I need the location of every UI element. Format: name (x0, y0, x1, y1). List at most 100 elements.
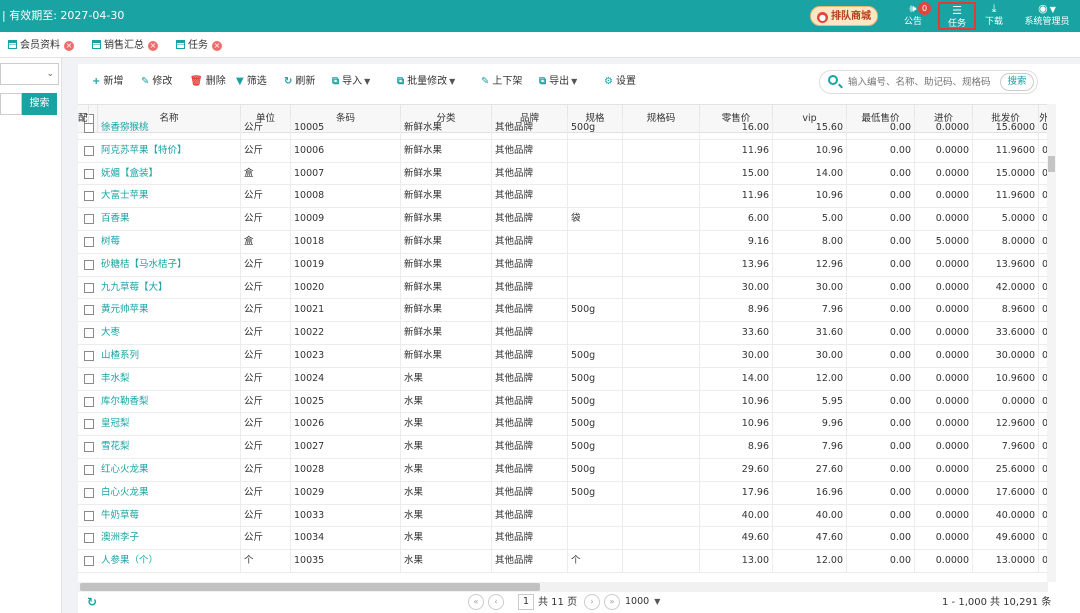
cell-name[interactable]: 徐香猕猴桃 (98, 117, 241, 139)
checkbox[interactable] (84, 123, 94, 133)
table-row[interactable]: 山楂系列 公斤 10023 新鲜水果 其他品牌 500g 30.00 30.00 0.00 0.0… (78, 345, 1048, 368)
cell-name[interactable]: 澳洲李子 (98, 527, 241, 550)
page-input[interactable]: 1 (518, 594, 534, 610)
table-row[interactable]: 人参果（个）个 10035 水果 其他品牌个 13.00 12.00 0.00 0.0000 1… (78, 550, 1048, 573)
cell-name[interactable]: 树莓 (98, 231, 241, 253)
checkbox[interactable] (84, 145, 94, 156)
cell-name[interactable]: 人参果（个） (98, 550, 241, 573)
cell-name[interactable]: 牛奶草莓 (98, 504, 241, 527)
cell-name[interactable]: 丰水梨 (98, 367, 241, 390)
first-page-button[interactable]: « (468, 594, 484, 610)
settings-button[interactable]: ⚙ 设置 (604, 74, 636, 90)
download-button[interactable]: ⤓ 下载 (980, 2, 1008, 30)
table-row[interactable]: 阿克苏苹果【特价】 公斤 10006 新鲜水果 其他品牌 11.96 10.96 0.00 0.… (78, 139, 1048, 163)
tab-task[interactable]: 任务 × (176, 38, 222, 54)
cell-name[interactable]: 山楂系列 (98, 345, 241, 367)
tab-member[interactable]: 会员资料 × (8, 38, 74, 54)
cell-name[interactable]: 雪花梨 (98, 436, 241, 459)
checkbox[interactable] (84, 510, 94, 521)
table-row[interactable]: 大枣 公斤 10022 新鲜水果 其他品牌 33.60 31.60 0.00 0.0000 33.… (78, 322, 1048, 345)
close-icon[interactable]: × (148, 41, 158, 51)
table-row[interactable]: 库尔勒香梨 公斤 10025 水果 其他品牌 500g 10.96 5.95 0.00 0.000… (78, 390, 1048, 414)
scroll-thumb[interactable] (1048, 156, 1055, 172)
table-row[interactable]: 牛奶草莓 公斤 10033 水果 其他品牌 40.00 40.00 0.00 0.0000 40.… (78, 504, 1048, 528)
table-row[interactable]: 树莓盒 10018 新鲜水果 其他品牌 9.16 8.00 0.00 5.0000 8.0000… (78, 231, 1048, 254)
checkbox[interactable] (84, 191, 94, 202)
table-row[interactable]: 黄元帅苹果 公斤 10021 新鲜水果 其他品牌 500g 8.96 7.96 0.00 0.00… (78, 299, 1048, 323)
cell-cost-price: 0.0000 (915, 367, 973, 390)
checkbox[interactable] (84, 419, 94, 430)
table-row[interactable]: 红心火龙果 公斤 10028 水果 其他品牌 500g 29.60 27.60 0.00 0.00… (78, 459, 1048, 482)
checkbox[interactable] (84, 442, 94, 453)
cell-name[interactable]: 大枣 (98, 322, 241, 345)
table-row[interactable]: 丰水梨 公斤 10024 水果 其他品牌 500g 14.00 12.00 0.00 0.0000… (78, 367, 1048, 391)
checkbox[interactable] (84, 487, 94, 498)
cell-name[interactable]: 妩媚【盒装】 (98, 162, 241, 185)
announcement-button[interactable]: 🕪 公告 0 (898, 2, 931, 30)
checkbox[interactable] (84, 305, 94, 316)
export-button[interactable]: ⧉ 导出 ▼ (539, 74, 577, 90)
refresh-button[interactable]: ↻ 刷新 (284, 74, 315, 90)
table-row[interactable]: 皇冠梨 公斤 10026 水果 其他品牌 500g 10.96 9.96 0.00 0.0000 1… (78, 413, 1048, 437)
table-row[interactable]: 九九草莓【大】 公斤 10020 新鲜水果 其他品牌 30.00 30.00 0.00 0.00… (78, 276, 1048, 300)
page-size-select[interactable]: 1000 ▼ (625, 594, 667, 610)
checkbox[interactable] (84, 465, 94, 475)
cell-name[interactable]: 皇冠梨 (98, 413, 241, 436)
table-row[interactable]: 砂糖桔【马水桔子】 公斤 10019 新鲜水果 其他品牌 13.96 12.96 0.00 0.… (78, 253, 1048, 277)
import-button[interactable]: ⧉ 导入 ▼ (332, 74, 370, 90)
checkbox[interactable] (84, 168, 94, 179)
product-search-input[interactable] (848, 74, 998, 90)
checkbox[interactable] (84, 214, 94, 225)
cell-name[interactable]: 红心火龙果 (98, 459, 241, 481)
user-menu[interactable]: ◉ ▼ 系统管理员 (1021, 2, 1073, 30)
checkbox[interactable] (84, 237, 94, 247)
checkbox[interactable] (84, 282, 94, 293)
vertical-scrollbar[interactable] (1047, 104, 1056, 582)
cell-name[interactable]: 大富士苹果 (98, 185, 241, 208)
queue-mall-button[interactable]: ● 排队商城 (810, 6, 878, 26)
next-page-button[interactable]: › (584, 594, 600, 610)
left-search-input[interactable] (0, 93, 22, 115)
left-search-button[interactable]: 搜索 (22, 93, 57, 115)
checkbox[interactable] (84, 396, 94, 407)
table-row[interactable]: 澳洲李子 公斤 10034 水果 其他品牌 49.60 47.60 0.00 0.0000 49.… (78, 527, 1048, 551)
horizontal-scrollbar[interactable] (78, 582, 1048, 592)
close-icon[interactable]: × (64, 41, 74, 51)
cell-name[interactable]: 九九草莓【大】 (98, 276, 241, 299)
product-search-button[interactable]: 搜索 (1000, 73, 1034, 91)
cell-name[interactable]: 白心火龙果 (98, 481, 241, 504)
table-row[interactable]: 妩媚【盒装】盒 10007 新鲜水果 其他品牌 15.00 14.00 0.00 0.0000… (78, 162, 1048, 186)
category-select[interactable]: ⌄ (0, 63, 59, 85)
table-row[interactable]: 百香果 公斤 10009 新鲜水果 其他品牌袋 6.00 5.00 0.00 0.0000 5.0… (78, 208, 1048, 231)
checkbox[interactable] (84, 373, 94, 384)
last-page-button[interactable]: » (604, 594, 620, 610)
task-button[interactable]: ☰ 任务 (938, 2, 976, 30)
table-row[interactable]: 大富士苹果 公斤 10008 新鲜水果 其他品牌 11.96 10.96 0.00 0.0000… (78, 185, 1048, 209)
table-row[interactable]: 白心火龙果 公斤 10029 水果 其他品牌 500g 17.96 16.96 0.00 0.00… (78, 481, 1048, 505)
checkbox[interactable] (84, 351, 94, 361)
batch-edit-button[interactable]: ⧉ 批量修改 ▼ (397, 74, 455, 90)
checkbox[interactable] (84, 259, 94, 270)
edit-button[interactable]: ✎ 修改 (141, 74, 172, 90)
cell-name[interactable]: 百香果 (98, 208, 241, 231)
tab-sales-summary[interactable]: 销售汇总 × (92, 38, 158, 54)
checkbox[interactable] (84, 328, 94, 339)
checkbox[interactable] (84, 556, 94, 567)
table-row-partial[interactable]: 徐香猕猴桃 公斤 10005 新鲜水果 其他品牌 500g 16.00 15.60 0.00 0.… (78, 117, 1048, 140)
checkbox[interactable] (84, 533, 94, 544)
cell-min-price: 0.00 (847, 231, 915, 253)
batch-edit-icon: ⧉ (397, 76, 405, 87)
shelf-button[interactable]: ✎ 上下架 (481, 74, 522, 90)
refresh-icon[interactable]: ↻ (87, 595, 97, 609)
filter-button[interactable]: ▼ 筛选 (236, 74, 267, 90)
add-button[interactable]: + 新增 (92, 74, 123, 90)
cell-name[interactable]: 黄元帅苹果 (98, 299, 241, 322)
prev-page-button[interactable]: ‹ (488, 594, 504, 610)
cell-name[interactable]: 阿克苏苹果【特价】 (98, 139, 241, 162)
table-row[interactable]: 雪花梨 公斤 10027 水果 其他品牌 500g 8.96 7.96 0.00 0.0000 7.… (78, 436, 1048, 459)
delete-button[interactable]: 🗑 删除 (190, 74, 226, 90)
cell-name[interactable]: 库尔勒香梨 (98, 390, 241, 413)
scroll-thumb[interactable] (80, 583, 540, 591)
close-icon[interactable]: × (212, 41, 222, 51)
cell-name[interactable]: 砂糖桔【马水桔子】 (98, 253, 241, 276)
